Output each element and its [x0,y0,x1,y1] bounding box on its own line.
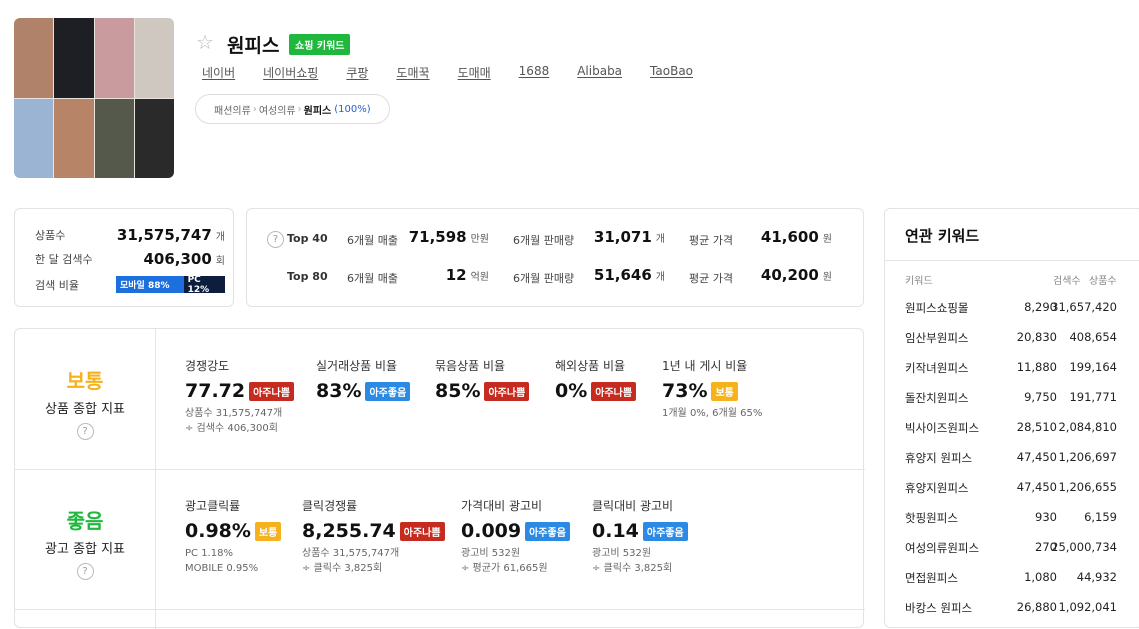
rating-badge: 아주좋음 [525,521,570,541]
metric: 실거래상품 비율 83% 아주좋음 [316,357,411,406]
category-breadcrumb[interactable]: 패션의류 › 여성의류 › 원피스 (100%) [195,94,390,124]
link-naver[interactable]: 네이버 [202,64,235,81]
favorite-star-icon[interactable]: ☆ [196,32,214,52]
metric: 1년 내 게시 비율 73% 보통 1개월 0%, 6개월 65% [662,359,763,419]
price-value: 41,600 원 [760,228,832,246]
price-label: 평균 가격 [689,272,733,285]
related-title: 연관 키워드 [905,227,980,245]
help-icon[interactable]: ? [76,423,94,440]
shopping-keyword-badge: 쇼핑 키워드 [289,34,351,55]
link-taobao[interactable]: TaoBao [650,64,693,81]
link-domeme[interactable]: 도매매 [458,64,491,81]
qty-label: 6개월 판매량 [513,272,575,285]
metric: 묶음상품 비율 85% 아주나쁨 [435,357,530,406]
metric: 광고클릭률 0.98% 보통 PC 1.18% MOBILE 0.95% [185,497,282,576]
price-label: 평균 가격 [689,234,733,247]
summary-card: 상품수 31,575,747 개 한 달 검색수 406,300 회 검색 비율… [14,208,234,307]
price-value: 40,200 원 [760,266,832,284]
rating-badge: 아주나쁨 [591,381,637,401]
top-rank-label: Top 40 [287,232,328,245]
qty-value: 31,071 개 [593,228,665,246]
rating-badge: 아주좋음 [642,521,688,541]
sales-value: 12 억원 [445,266,489,284]
chevron-right-icon: › [297,103,302,115]
rating-badge: 아주나쁨 [399,521,445,541]
rating-badge: 보통 [711,381,738,401]
keyword-title: 원피스 [227,35,280,57]
sales-value: 71,598 만원 [408,228,489,246]
product-grade: 보통 상품 종합 지표 ? [15,365,155,440]
index-card: 보통 상품 종합 지표 ? 경쟁강도 77.72 아주나쁨 상품수 31,575… [14,328,865,629]
qty-value: 51,646 개 [593,266,665,284]
help-icon[interactable]: ? [267,231,284,248]
ad-grade: 좋음 광고 종합 지표 ? [15,505,155,580]
metric: 클릭경쟁률 8,255.74 아주나쁨 상품수 31,575,747개 ÷ 클릭수… [302,497,445,576]
metric: 경쟁강도 77.72 아주나쁨 상품수 31,575,747개 ÷ 검색수 406… [185,357,294,436]
external-links: 네이버 네이버쇼핑 쿠팡 도매꾹 도매매 1688 Alibaba TaoBao [202,64,721,81]
sales-label: 6개월 매출 [347,234,398,247]
metric: 해외상품 비율 0% 아주나쁨 [555,357,637,406]
link-coupang[interactable]: 쿠팡 [346,64,368,81]
rating-badge: 아주나쁨 [249,381,294,401]
related-keywords-panel: 연관 키워드 키워드 검색수 상품수 원피스쇼핑몰 8,290 31,657,4… [884,208,1139,628]
qty-label: 6개월 판매량 [513,234,575,247]
link-domeggook[interactable]: 도매꾹 [396,64,429,81]
link-alibaba[interactable]: Alibaba [577,64,622,81]
rating-badge: 아주좋음 [365,381,411,401]
top-sales-card: ? Top 40 6개월 매출 6개월 판매량 평균 가격 71,598 만원 31,071… [246,208,864,307]
rating-badge: 아주나쁨 [484,381,530,401]
product-image [14,18,174,178]
rating-badge: 보통 [254,521,282,541]
search-ratio-bar: 모바일 88% PC 12% [116,275,225,295]
chevron-right-icon: › [252,103,257,115]
sales-label: 6개월 매출 [347,272,398,285]
link-naver-shopping[interactable]: 네이버쇼핑 [263,64,318,81]
help-icon[interactable]: ? [76,563,94,580]
metric: 클릭대비 광고비 0.14 아주좋음 광고비 532원 ÷ 클릭수 3,825회 [592,497,688,576]
link-1688[interactable]: 1688 [519,64,550,81]
top-rank-label: Top 80 [287,270,328,283]
metric: 가격대비 광고비 0.009 아주좋음 광고비 532원 ÷ 평균가 61,665… [461,497,570,576]
